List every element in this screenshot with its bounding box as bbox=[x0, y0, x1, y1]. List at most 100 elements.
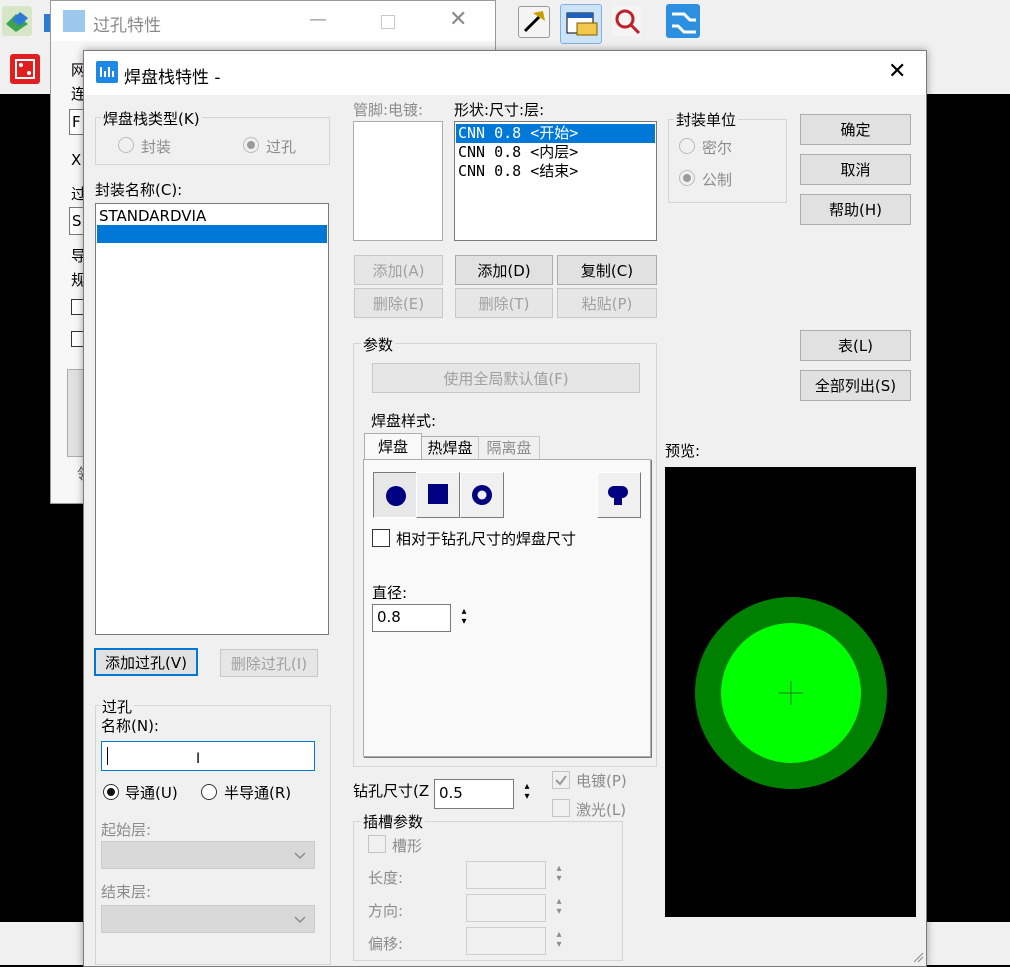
ok-button[interactable]: 确定 bbox=[800, 114, 911, 145]
offset-input[interactable] bbox=[466, 927, 546, 955]
slotted-checkbox[interactable] bbox=[368, 835, 386, 853]
pin-add-button[interactable]: 添加(A) bbox=[354, 255, 443, 285]
minimize-button[interactable]: — bbox=[309, 9, 327, 30]
drill-size-input[interactable]: 0.5 bbox=[434, 779, 514, 809]
offset-spinner[interactable]: ▴ ▾ bbox=[553, 930, 565, 950]
via-name-label: 名称(N): bbox=[101, 717, 159, 735]
start-layer-label: 起始层: bbox=[101, 821, 152, 839]
tab-thermal[interactable]: 热焊盘 bbox=[421, 436, 479, 461]
list-item[interactable]: STANDARDVIA bbox=[99, 207, 206, 225]
laser-checkbox[interactable] bbox=[552, 799, 570, 817]
finger-pad-icon bbox=[608, 486, 628, 505]
app-icon bbox=[96, 61, 118, 83]
offset-label: 偏移: bbox=[368, 935, 404, 953]
tab-antipad-label: 隔离盘 bbox=[486, 439, 532, 457]
finger-pad-button[interactable] bbox=[597, 472, 641, 518]
shape-add-button[interactable]: 添加(D) bbox=[455, 255, 553, 285]
shape-item-selected[interactable]: CNN 0.8 <开始> bbox=[456, 124, 655, 143]
list-button[interactable]: 表(L) bbox=[800, 330, 911, 361]
through-radio[interactable] bbox=[103, 784, 119, 800]
partial-radio-label: 半导通(R) bbox=[224, 784, 292, 802]
package-name-list[interactable]: STANDARDVIA bbox=[95, 203, 329, 635]
route-icon[interactable] bbox=[666, 4, 700, 38]
copy-button[interactable]: 复制(C) bbox=[557, 255, 657, 285]
end-layer-select[interactable] bbox=[101, 905, 315, 933]
end-layer-label: 结束层: bbox=[101, 883, 152, 901]
shape-size-layer-list[interactable]: CNN 0.8 <开始> CNN 0.8 <内层> CNN 0.8 <结束> bbox=[454, 121, 657, 241]
letter-f: F bbox=[72, 113, 81, 131]
relative-size-checkbox[interactable] bbox=[372, 529, 390, 547]
relative-size-label: 相对于钻孔尺寸的焊盘尺寸 bbox=[396, 530, 577, 548]
plated-checkbox[interactable] bbox=[552, 771, 570, 789]
letter-s: S bbox=[72, 212, 82, 230]
units-group bbox=[668, 119, 787, 203]
close-button[interactable]: ✕ bbox=[888, 59, 906, 84]
drill-size-spinner[interactable]: ▴ ▾ bbox=[521, 782, 533, 802]
maximize-button[interactable] bbox=[381, 15, 395, 29]
orientation-input[interactable] bbox=[466, 894, 546, 922]
tab-antipad[interactable]: 隔离盘 bbox=[478, 436, 540, 461]
metric-radio[interactable] bbox=[679, 170, 695, 186]
help-button[interactable]: 帮助(H) bbox=[800, 194, 911, 225]
dialog-title: 焊盘栈特性 - bbox=[124, 68, 221, 88]
via-group-label: 过孔 bbox=[100, 696, 135, 717]
padstack-properties-dialog: 焊盘栈特性 - ✕ 焊盘栈类型(K) 封装 过孔 封装名称(C): STANDA… bbox=[83, 50, 927, 967]
diameter-value: 0.8 bbox=[377, 608, 401, 626]
via-radio[interactable] bbox=[243, 137, 259, 153]
shape-size-layer-label: 形状:尺寸:层: bbox=[454, 101, 545, 119]
letter-x: X bbox=[71, 151, 82, 169]
zoom-icon[interactable] bbox=[612, 6, 642, 36]
close-button[interactable]: ✕ bbox=[449, 7, 467, 32]
diameter-input[interactable]: 0.8 bbox=[372, 604, 451, 632]
preview-canvas bbox=[665, 467, 916, 917]
package-radio[interactable] bbox=[118, 137, 134, 153]
slot-label: 插槽参数 bbox=[361, 811, 426, 832]
add-via-button[interactable]: 添加过孔(V) bbox=[94, 648, 198, 676]
ibeam-cursor-icon: I bbox=[196, 751, 201, 767]
shape-item[interactable]: CNN 0.8 <结束> bbox=[458, 162, 578, 181]
pin-delete-button[interactable]: 删除(E) bbox=[354, 288, 443, 318]
annular-pad-icon bbox=[472, 485, 492, 505]
app-icon bbox=[63, 10, 85, 32]
padstack-titlebar: 焊盘栈特性 - ✕ bbox=[84, 51, 926, 95]
plated-label: 电镀(P) bbox=[576, 772, 627, 790]
square-pad-button[interactable] bbox=[416, 472, 460, 518]
list-item-selected[interactable] bbox=[97, 225, 327, 243]
length-input[interactable] bbox=[466, 861, 546, 889]
start-layer-select[interactable] bbox=[101, 841, 315, 869]
hammer-icon[interactable] bbox=[518, 6, 550, 38]
pin-plating-list[interactable] bbox=[353, 121, 443, 241]
length-spinner[interactable]: ▴ ▾ bbox=[553, 864, 565, 884]
cancel-button[interactable]: 取消 bbox=[800, 154, 911, 185]
layers-icon[interactable] bbox=[2, 6, 32, 36]
square-pad-icon bbox=[428, 484, 448, 504]
preview-label: 预览: bbox=[665, 442, 701, 460]
tab-thermal-label: 热焊盘 bbox=[427, 439, 473, 457]
folder-window-icon[interactable] bbox=[560, 4, 602, 44]
check-icon bbox=[555, 775, 567, 786]
shape-delete-button[interactable]: 删除(T) bbox=[455, 288, 553, 318]
round-pad-button[interactable] bbox=[373, 472, 417, 518]
tab-pad[interactable]: 焊盘 bbox=[364, 433, 422, 462]
package-radio-label: 封装 bbox=[141, 138, 172, 156]
via-name-input[interactable]: I bbox=[101, 741, 315, 771]
shape-item[interactable]: CNN 0.8 <内层> bbox=[458, 143, 578, 162]
via-radio-dot bbox=[247, 141, 255, 149]
via-radio-label: 过孔 bbox=[266, 138, 297, 156]
component-icon[interactable] bbox=[10, 54, 40, 84]
partial-radio[interactable] bbox=[201, 784, 217, 800]
list-all-button[interactable]: 全部列出(S) bbox=[800, 370, 911, 401]
annular-pad-button[interactable] bbox=[460, 472, 504, 518]
metric-radio-label: 公制 bbox=[702, 171, 733, 189]
orientation-spinner[interactable]: ▴ ▾ bbox=[553, 897, 565, 917]
diameter-spinner[interactable]: ▴ ▾ bbox=[458, 607, 470, 627]
use-global-default-button[interactable]: 使用全局默认值(F) bbox=[372, 363, 640, 393]
via-properties-titlebar: 过孔特性 — ✕ bbox=[51, 1, 495, 41]
delete-via-button[interactable]: 删除过孔(I) bbox=[220, 649, 318, 677]
params-label: 参数 bbox=[361, 334, 396, 355]
package-name-label: 封装名称(C): bbox=[95, 181, 183, 199]
resize-grip-icon[interactable] bbox=[912, 951, 924, 963]
mil-radio[interactable] bbox=[679, 138, 695, 154]
pad-preview bbox=[695, 597, 887, 789]
paste-button[interactable]: 粘贴(P) bbox=[557, 288, 657, 318]
